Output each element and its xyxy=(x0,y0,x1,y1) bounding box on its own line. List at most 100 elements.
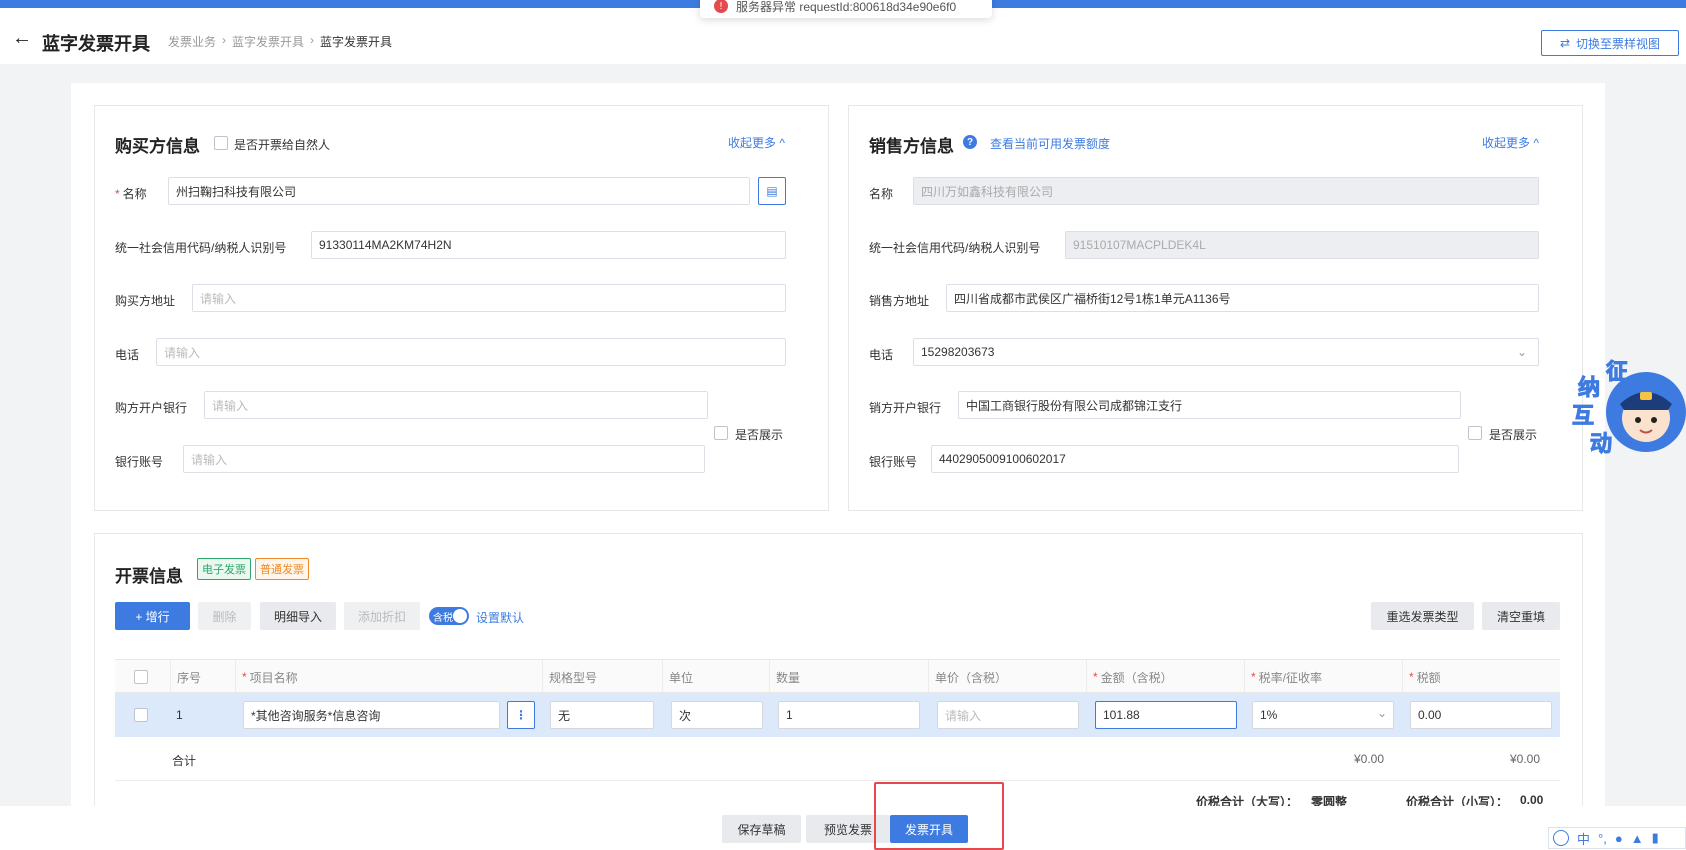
seller-address-label: 销售方地址 xyxy=(869,294,930,308)
set-default-link[interactable]: 设置默认 xyxy=(476,609,524,626)
ime-toolbar[interactable]: 中 °, ● ▲ ▮ xyxy=(1548,827,1686,849)
seller-name-label: 名称 xyxy=(869,187,894,201)
buyer-name-label: * 名称 xyxy=(115,185,147,202)
col-tax-amount-text: 税额 xyxy=(1416,670,1441,685)
buyer-account-input[interactable]: 请输入 xyxy=(183,445,705,473)
breadcrumb-separator-icon: › xyxy=(310,33,315,47)
row-checkbox[interactable] xyxy=(134,708,148,722)
col-item-name-text: 项目名称 xyxy=(249,670,298,685)
ime-logo-icon[interactable] xyxy=(1553,830,1569,846)
total-amount: ¥0.00 xyxy=(1354,752,1385,766)
required-mark: * xyxy=(1093,670,1098,684)
punctuation-icon[interactable]: °, xyxy=(1598,831,1607,846)
e-invoice-tag: 电子发票 xyxy=(197,558,251,580)
buyer-title: 购买方信息 xyxy=(115,137,200,156)
toggle-knob xyxy=(453,609,467,623)
tax-amount-input[interactable]: 0.00 xyxy=(1410,701,1552,729)
buyer-collapse-link[interactable]: 收起更多 ^ xyxy=(728,134,785,151)
seller-show-label: 是否展示 xyxy=(1489,428,1538,442)
natural-person-checkbox[interactable] xyxy=(214,136,228,150)
buyer-show-checkbox[interactable] xyxy=(714,426,728,440)
seller-collapse-link[interactable]: 收起更多 ^ xyxy=(1482,134,1539,151)
breadcrumb-current: 蓝字发票开具 xyxy=(320,35,393,49)
chevron-down-icon: ⌄ xyxy=(1517,345,1528,359)
normal-invoice-tag: 普通发票 xyxy=(255,558,309,580)
item-name-input[interactable]: *其他咨询服务*信息咨询 xyxy=(243,701,500,729)
row-index: 1 xyxy=(176,708,183,722)
address-book-icon: ▤ xyxy=(766,184,778,198)
more-vertical-icon[interactable]: ⋮ xyxy=(507,701,535,729)
col-tax-rate-text: 税率/征收率 xyxy=(1258,670,1323,685)
quantity-input[interactable]: 1 xyxy=(778,701,920,729)
col-unit: 单位 xyxy=(662,660,769,694)
mascot-widget[interactable]: 征 纳 互 动 xyxy=(1568,352,1686,464)
detail-import-button[interactable]: 明细导入 xyxy=(260,602,336,630)
unit-input[interactable]: 次 xyxy=(671,701,763,729)
buyer-bank-input[interactable]: 请输入 xyxy=(204,391,708,419)
required-mark: * xyxy=(115,187,120,201)
buyer-address-input[interactable]: 请输入 xyxy=(192,284,786,312)
seller-name-input: 四川万如鑫科技有限公司 xyxy=(913,177,1539,205)
error-toast: ! 服务器异常 requestId:800618d34e90e6f0 xyxy=(700,0,992,18)
buyer-show-label: 是否展示 xyxy=(735,428,784,442)
total-row: 合计 ¥0.00 ¥0.00 xyxy=(115,737,1560,781)
microphone-icon[interactable]: ● xyxy=(1615,831,1623,846)
help-icon[interactable]: ? xyxy=(963,135,977,149)
col-amount: * 金额（含税） xyxy=(1086,660,1244,694)
seller-bank-label: 销方开户银行 xyxy=(869,401,942,415)
buyer-address-label: 购买方地址 xyxy=(115,294,176,308)
unit-price-input[interactable]: 请输入 xyxy=(937,701,1079,729)
menu-icon[interactable]: ▮ xyxy=(1652,830,1659,846)
delete-button[interactable]: 删除 xyxy=(198,602,251,630)
switch-view-button[interactable]: ⇄ 切换至票样视图 xyxy=(1541,30,1679,56)
seller-account-input[interactable]: 4402905009100602017 xyxy=(931,445,1459,473)
chevron-down-icon: ⌄ xyxy=(1377,706,1388,720)
breadcrumb-item[interactable]: 发票业务 xyxy=(168,33,216,50)
total-lower-value: 0.00 xyxy=(1520,793,1544,807)
tax-included-toggle[interactable]: 含税 xyxy=(429,607,469,625)
seller-show-checkbox[interactable] xyxy=(1468,426,1482,440)
add-row-button[interactable]: + 增行 xyxy=(115,602,190,630)
total-tax: ¥0.00 xyxy=(1510,752,1541,766)
back-arrow-icon[interactable]: ← xyxy=(12,28,32,48)
buyer-bank-label: 购方开户银行 xyxy=(115,401,188,415)
col-item-name: * 项目名称 xyxy=(235,660,542,694)
toast-message: 服务器异常 requestId:800618d34e90e6f0 xyxy=(736,0,957,14)
ime-lang-toggle[interactable]: 中 xyxy=(1577,829,1590,848)
quota-link[interactable]: 查看当前可用发票额度 xyxy=(990,135,1110,152)
spec-input[interactable]: 无 xyxy=(550,701,654,729)
amount-input[interactable]: 101.88 xyxy=(1095,701,1237,729)
mascot-char: 动 xyxy=(1589,431,1613,457)
buyer-tax-id-input[interactable]: 91330114MA2KM74H2N xyxy=(311,231,786,259)
seller-address-input[interactable]: 四川省成都市武侯区广福桥街12号1栋1单元A1136号 xyxy=(946,284,1539,312)
buyer-lookup-button[interactable]: ▤ xyxy=(758,177,786,205)
buyer-name-input[interactable]: 州扫鞠扫科技有限公司 xyxy=(168,177,750,205)
switch-view-label: 切换至票样视图 xyxy=(1576,36,1661,51)
col-unit-price: 单价（含税） xyxy=(928,660,1086,694)
col-tax-rate: * 税率/征收率 xyxy=(1244,660,1402,694)
add-discount-button[interactable]: 添加折扣 xyxy=(344,602,420,630)
required-mark: * xyxy=(1251,670,1256,684)
breadcrumb-item[interactable]: 蓝字发票开具 xyxy=(232,33,304,50)
buyer-tax-id-label: 统一社会信用代码/纳税人识别号 xyxy=(115,241,287,255)
buyer-name-label-text: 名称 xyxy=(122,187,147,201)
invoice-title: 开票信息 xyxy=(115,567,183,586)
page-title: 蓝字发票开具 xyxy=(42,34,150,54)
required-mark: * xyxy=(1409,670,1414,684)
user-icon[interactable]: ▲ xyxy=(1631,831,1644,846)
grand-total-row: 价税合计（大写）： 零圆整 价税合计（小写）： 0.00 xyxy=(115,793,1560,809)
select-all-checkbox[interactable] xyxy=(134,670,148,684)
seller-phone-select[interactable]: 15298203673 xyxy=(913,338,1539,366)
col-index: 序号 xyxy=(170,660,235,694)
col-tax-amount: * 税额 xyxy=(1402,660,1560,694)
buyer-phone-input[interactable]: 请输入 xyxy=(156,338,786,366)
seller-tax-id-label: 统一社会信用代码/纳税人识别号 xyxy=(869,241,1041,255)
buyer-account-label: 银行账号 xyxy=(115,455,164,469)
seller-phone-label: 电话 xyxy=(869,348,894,362)
toggle-label: 含税 xyxy=(433,612,453,624)
reselect-type-button[interactable]: 重选发票类型 xyxy=(1371,602,1474,630)
tax-rate-select[interactable]: 1% xyxy=(1252,701,1394,729)
clear-refill-button[interactable]: 清空重填 xyxy=(1482,602,1560,630)
seller-bank-input[interactable]: 中国工商银行股份有限公司成都锦江支行 xyxy=(958,391,1461,419)
save-draft-button[interactable]: 保存草稿 xyxy=(722,815,801,843)
